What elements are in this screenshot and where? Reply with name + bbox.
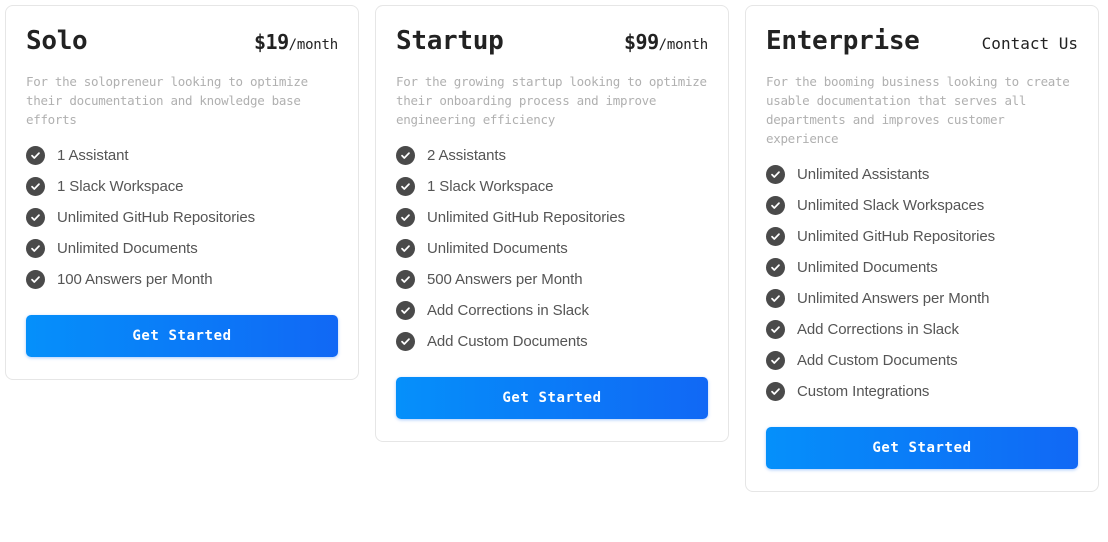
list-item: Unlimited Documents [766, 258, 1078, 277]
list-item: Unlimited Assistants [766, 165, 1078, 184]
plan-name: Startup [396, 26, 504, 56]
list-item: 1 Slack Workspace [396, 177, 708, 196]
check-circle-icon [396, 177, 415, 196]
card-header: Startup $99/month [396, 26, 708, 56]
check-circle-icon [766, 227, 785, 246]
feature-label: 1 Slack Workspace [427, 178, 554, 195]
plan-name: Enterprise [766, 26, 920, 56]
feature-label: Unlimited Assistants [797, 166, 930, 183]
feature-label: Unlimited Answers per Month [797, 290, 990, 307]
feature-label: Unlimited Documents [427, 240, 568, 257]
plan-name: Solo [26, 26, 88, 56]
list-item: Add Custom Documents [396, 332, 708, 351]
check-circle-icon [26, 270, 45, 289]
feature-list: Unlimited Assistants Unlimited Slack Wor… [766, 165, 1078, 401]
feature-label: Unlimited GitHub Repositories [57, 209, 256, 226]
check-circle-icon [766, 320, 785, 339]
list-item: 500 Answers per Month [396, 270, 708, 289]
pricing-card-enterprise: Enterprise Contact Us For the booming bu… [745, 5, 1099, 492]
feature-label: Unlimited Slack Workspaces [797, 197, 985, 214]
list-item: Unlimited Slack Workspaces [766, 196, 1078, 215]
card-header: Enterprise Contact Us [766, 26, 1078, 56]
check-circle-icon [396, 208, 415, 227]
pricing-card-startup: Startup $99/month For the growing startu… [375, 5, 729, 442]
check-circle-icon [766, 258, 785, 277]
check-circle-icon [396, 332, 415, 351]
check-circle-icon [766, 165, 785, 184]
plan-price: $99/month [624, 30, 708, 54]
price-amount: Contact Us [981, 34, 1078, 53]
check-circle-icon [26, 239, 45, 258]
check-circle-icon [766, 382, 785, 401]
check-circle-icon [396, 239, 415, 258]
feature-label: Custom Integrations [797, 383, 930, 400]
price-amount: $99 [624, 30, 659, 54]
list-item: Add Custom Documents [766, 351, 1078, 370]
card-header: Solo $19/month [26, 26, 338, 56]
check-circle-icon [766, 289, 785, 308]
check-circle-icon [26, 208, 45, 227]
feature-label: Unlimited GitHub Repositories [427, 209, 626, 226]
feature-label: Unlimited GitHub Repositories [797, 228, 996, 245]
feature-label: Add Custom Documents [797, 352, 958, 369]
check-circle-icon [396, 301, 415, 320]
feature-label: 1 Slack Workspace [57, 178, 184, 195]
feature-label: Unlimited Documents [57, 240, 198, 257]
list-item: Unlimited GitHub Repositories [766, 227, 1078, 246]
get-started-button[interactable]: Get Started [26, 315, 338, 357]
list-item: Unlimited GitHub Repositories [396, 208, 708, 227]
list-item: Add Corrections in Slack [396, 301, 708, 320]
feature-list: 2 Assistants 1 Slack Workspace Unlimited… [396, 146, 708, 351]
price-period: /month [658, 37, 709, 53]
feature-label: Unlimited Documents [797, 259, 938, 276]
get-started-button[interactable]: Get Started [396, 377, 708, 419]
list-item: Unlimited Documents [396, 239, 708, 258]
plan-description: For the solopreneur looking to optimize … [26, 74, 308, 127]
feature-label: Add Custom Documents [427, 333, 588, 350]
feature-label: 2 Assistants [427, 147, 506, 164]
list-item: Unlimited Documents [26, 239, 338, 258]
get-started-button[interactable]: Get Started [766, 427, 1078, 469]
list-item: Unlimited Answers per Month [766, 289, 1078, 308]
list-item: Custom Integrations [766, 382, 1078, 401]
pricing-plans-grid: Solo $19/month For the solopreneur looki… [0, 0, 1108, 542]
check-circle-icon [26, 177, 45, 196]
feature-label: 1 Assistant [57, 147, 129, 164]
list-item: 100 Answers per Month [26, 270, 338, 289]
list-item: 1 Assistant [26, 146, 338, 165]
check-circle-icon [396, 270, 415, 289]
check-circle-icon [396, 146, 415, 165]
plan-description: For the booming business looking to crea… [766, 74, 1070, 146]
check-circle-icon [766, 351, 785, 370]
check-circle-icon [766, 196, 785, 215]
price-amount: $19 [254, 30, 289, 54]
feature-label: 100 Answers per Month [57, 271, 213, 288]
price-period: /month [288, 37, 339, 53]
plan-price: Contact Us [982, 34, 1078, 53]
pricing-card-solo: Solo $19/month For the solopreneur looki… [5, 5, 359, 380]
feature-label: Add Corrections in Slack [797, 321, 959, 338]
list-item: Unlimited GitHub Repositories [26, 208, 338, 227]
list-item: 2 Assistants [396, 146, 708, 165]
plan-description: For the growing startup looking to optim… [396, 74, 707, 127]
feature-list: 1 Assistant 1 Slack Workspace Unlimited … [26, 146, 338, 289]
plan-price: $19/month [254, 30, 338, 54]
list-item: 1 Slack Workspace [26, 177, 338, 196]
list-item: Add Corrections in Slack [766, 320, 1078, 339]
check-circle-icon [26, 146, 45, 165]
feature-label: 500 Answers per Month [427, 271, 583, 288]
feature-label: Add Corrections in Slack [427, 302, 589, 319]
